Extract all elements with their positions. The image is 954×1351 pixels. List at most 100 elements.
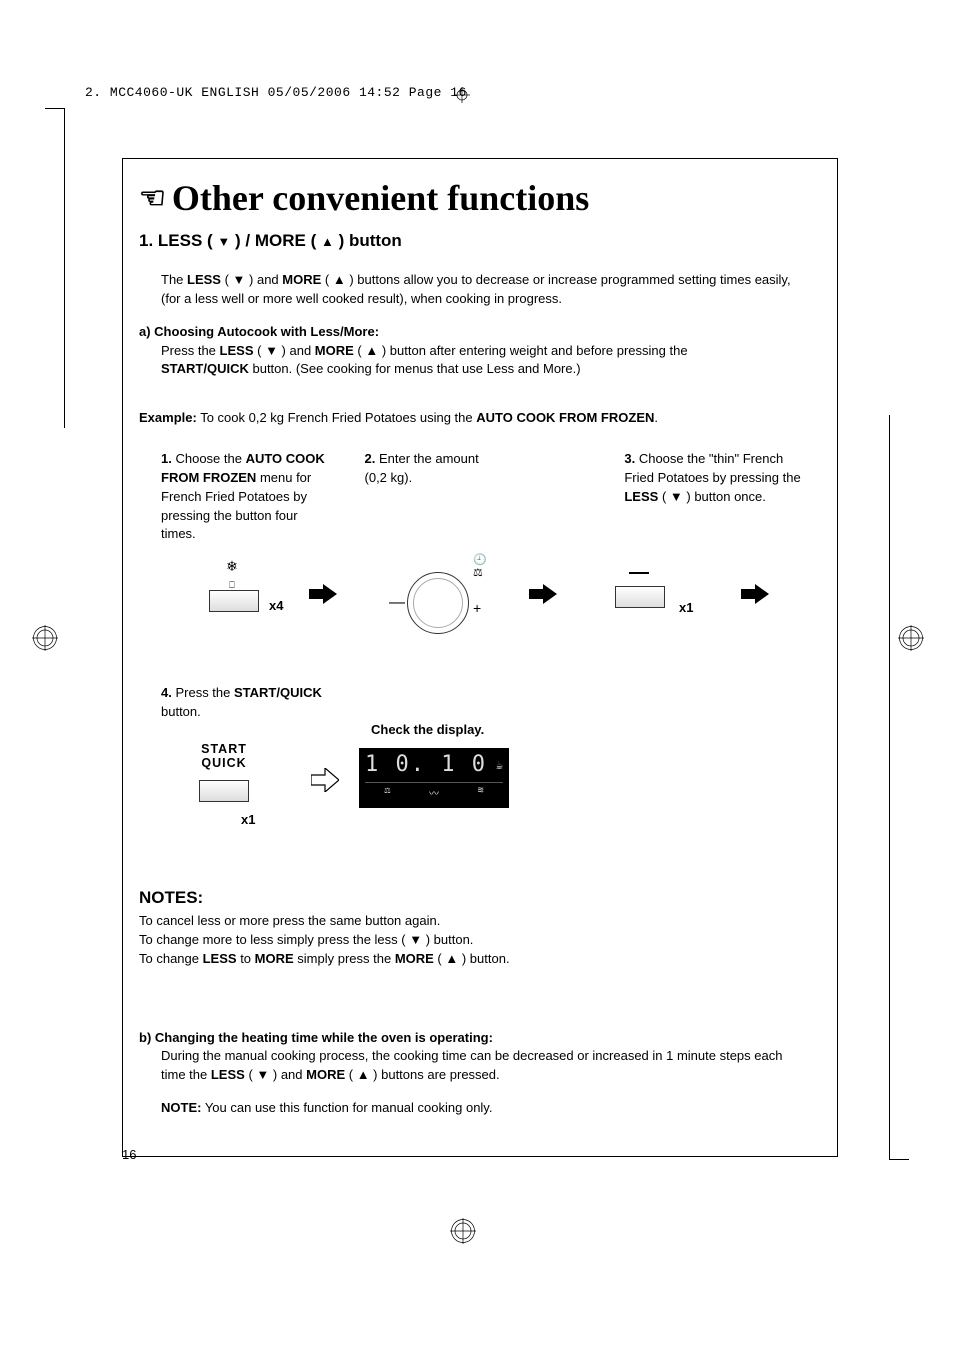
t: (: [345, 1067, 357, 1082]
graphics-row-1: ❄︎⎕ x4 — + 🕘⚖ x1: [139, 554, 807, 644]
arrow-right-icon: [309, 584, 337, 609]
t: LESS: [203, 951, 237, 966]
t: MORE: [315, 343, 354, 358]
t: to: [237, 951, 255, 966]
pointing-hand-icon: ☞: [139, 181, 166, 216]
t: 1.: [161, 451, 172, 466]
t: 3.: [624, 451, 635, 466]
display-status-bar: ⚖〰≋: [365, 782, 503, 800]
t: (: [221, 272, 233, 287]
t: 2.: [365, 451, 376, 466]
t: LESS: [211, 1067, 245, 1082]
crop-corner-tl: [45, 108, 65, 428]
subsection-b-note: NOTE: You can use this function for manu…: [161, 1099, 807, 1118]
intro-paragraph: The LESS ( ▼ ) and MORE ( ▲ ) buttons al…: [161, 271, 807, 309]
button-graphic-less: [615, 586, 665, 608]
subsection-a-text: Press the LESS ( ▼ ) and MORE ( ▲ ) butt…: [161, 342, 807, 380]
subsection-b-text: During the manual cooking process, the c…: [161, 1047, 807, 1085]
cup-icon: ☕: [496, 758, 503, 772]
t: ) button: [334, 231, 402, 250]
press-count-x4: x4: [269, 598, 283, 613]
print-header: 2. MCC4060-UK ENGLISH 05/05/2006 14:52 P…: [85, 85, 467, 100]
t: You can use this function for manual coo…: [201, 1100, 492, 1115]
t: 4.: [161, 685, 172, 700]
dial-graphic: [407, 572, 469, 634]
t: ) button.: [422, 932, 473, 947]
t: Enter the amount (0,2 kg).: [365, 451, 479, 485]
title-text: Other convenient functions: [172, 178, 589, 218]
t: START/QUICK: [234, 685, 322, 700]
t: a) Choosing Autocook with Less/More:: [139, 324, 379, 339]
crop-mark-top: [454, 87, 470, 103]
clock-weight-icons: 🕘⚖: [473, 554, 487, 580]
step-1: 1. Choose the AUTO COOK FROM FROZEN menu…: [161, 450, 335, 544]
triangle-up-icon: ▲: [365, 343, 378, 358]
steam-icon: ≋: [478, 785, 484, 800]
t: (: [434, 951, 446, 966]
plus-icon: +: [473, 600, 481, 616]
triangle-down-icon: ▼: [217, 234, 230, 249]
example-line: Example: To cook 0,2 kg French Fried Pot…: [139, 409, 807, 428]
display-digits: 1 0. 1 0 ☕: [365, 752, 503, 782]
t: b) Changing the heating time while the o…: [139, 1030, 493, 1045]
t: 1 0. 1 0: [365, 752, 487, 777]
graphics-row-2: Check the display. STARTQUICK x1 1 0. 1 …: [139, 728, 807, 848]
t: ) button after entering weight and befor…: [378, 343, 687, 358]
outline-arrow-right-icon: [311, 768, 339, 797]
t: ) button once.: [683, 489, 766, 504]
minus-icon: —: [389, 594, 405, 612]
t: START: [201, 742, 247, 756]
t: AUTO COOK FROM FROZEN: [476, 410, 654, 425]
crop-corner-br: [889, 415, 909, 1160]
t: button. (See cooking for menus that use …: [249, 361, 581, 376]
registration-mark-bottom: [450, 1218, 476, 1244]
t: Example:: [139, 410, 197, 425]
less-dash-icon: [629, 572, 649, 574]
subsection-b-heading: b) Changing the heating time while the o…: [139, 1029, 807, 1048]
triangle-up-icon: ▲: [445, 951, 458, 966]
t: Choose the: [175, 451, 245, 466]
button-graphic-frozen: [209, 590, 259, 612]
steps-1-2-3: 1. Choose the AUTO COOK FROM FROZEN menu…: [139, 450, 807, 544]
t: (: [245, 1067, 257, 1082]
t: simply press the: [294, 951, 395, 966]
start-quick-label: STARTQUICK: [189, 742, 259, 770]
t: MORE: [282, 272, 321, 287]
t: (: [658, 489, 670, 504]
step-4: 4. Press the START/QUICK button.: [161, 684, 341, 722]
button-graphic-start: [199, 780, 249, 802]
triangle-down-icon: ▼: [409, 932, 422, 947]
triangle-up-icon: ▲: [333, 272, 346, 287]
t: LESS: [624, 489, 658, 504]
t: ) buttons are pressed.: [370, 1067, 500, 1082]
t: Press the: [161, 343, 220, 358]
t: LESS: [220, 343, 254, 358]
notes-line-3: To change LESS to MORE simply press the …: [139, 950, 807, 969]
arrow-right-icon: [529, 584, 557, 609]
t: Press the: [175, 685, 234, 700]
triangle-up-icon: ▲: [357, 1067, 370, 1082]
t: ) button.: [458, 951, 509, 966]
t: MORE: [306, 1067, 345, 1082]
t: (: [321, 272, 333, 287]
t: Choose the "thin" French Fried Potatoes …: [624, 451, 800, 485]
triangle-down-icon: ▼: [233, 272, 246, 287]
t: (: [354, 343, 366, 358]
arrow-right-icon: [741, 584, 769, 609]
triangle-down-icon: ▼: [670, 489, 683, 504]
t: (: [254, 343, 266, 358]
t: MORE: [255, 951, 294, 966]
notes-line-2: To change more to less simply press the …: [139, 931, 807, 950]
t: QUICK: [201, 756, 246, 770]
press-count-x1-b: x1: [241, 812, 255, 827]
step-2: 2. Enter the amount (0,2 kg).: [365, 450, 493, 544]
press-count-x1: x1: [679, 600, 693, 615]
t: START/QUICK: [161, 361, 249, 376]
t: ) and: [269, 1067, 306, 1082]
triangle-up-icon: ▲: [321, 234, 334, 249]
step-4-row: 4. Press the START/QUICK button.: [139, 684, 807, 722]
registration-mark-left: [32, 625, 58, 651]
weight-icon: ⚖: [384, 785, 390, 800]
oven-display: 1 0. 1 0 ☕ ⚖〰≋: [359, 748, 509, 808]
t: LESS: [187, 272, 221, 287]
